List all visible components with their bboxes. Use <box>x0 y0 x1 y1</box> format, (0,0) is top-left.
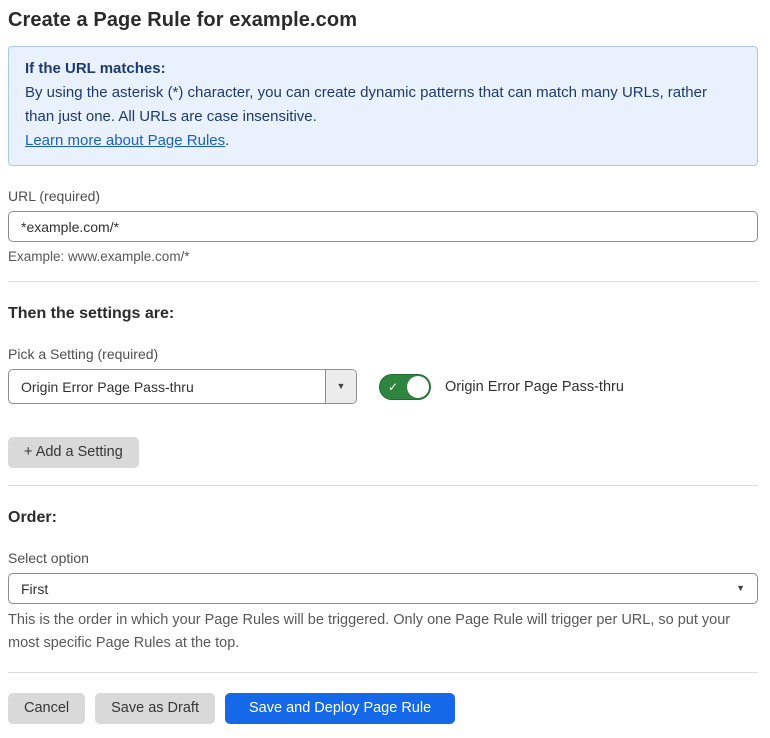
page-title: Create a Page Rule for example.com <box>8 9 358 31</box>
select-option-label: Select option <box>8 550 89 566</box>
order-heading: Order: <box>8 509 57 526</box>
setting-row: Origin Error Page Pass-thru ▼ ✓ Origin E… <box>8 369 758 404</box>
setting-toggle-label: Origin Error Page Pass-thru <box>445 378 624 395</box>
learn-more-link[interactable]: Learn more about Page Rules <box>25 132 225 149</box>
section-divider <box>8 281 758 282</box>
info-box-link-row: Learn more about Page Rules. <box>25 129 741 153</box>
add-setting-button[interactable]: + Add a Setting <box>8 437 139 468</box>
order-select-value: First <box>21 580 49 597</box>
link-period: . <box>225 132 230 149</box>
setting-dropdown[interactable]: Origin Error Page Pass-thru ▼ <box>8 369 357 404</box>
info-box-body: By using the asterisk (*) character, you… <box>25 84 707 125</box>
save-deploy-button[interactable]: Save and Deploy Page Rule <box>224 693 456 724</box>
info-box-heading: If the URL matches: <box>25 60 166 77</box>
url-match-info-box: If the URL matches: By using the asteris… <box>8 46 758 166</box>
pick-setting-label: Pick a Setting (required) <box>8 346 159 362</box>
section-divider <box>8 672 758 673</box>
order-helper: This is the order in which your Page Rul… <box>8 612 731 651</box>
footer-actions: Cancel Save as Draft Save and Deploy Pag… <box>8 693 758 724</box>
section-divider <box>8 485 758 486</box>
setting-dropdown-value: Origin Error Page Pass-thru <box>21 378 194 395</box>
chevron-down-icon: ▼ <box>736 583 745 593</box>
check-icon: ✓ <box>388 379 399 394</box>
page-rule-form: Create a Page Rule for example.com If th… <box>0 0 770 738</box>
url-example-helper: Example: www.example.com/* <box>8 249 190 264</box>
url-input[interactable] <box>8 211 758 242</box>
settings-heading: Then the settings are: <box>8 305 175 322</box>
save-draft-button[interactable]: Save as Draft <box>95 693 215 724</box>
url-label: URL (required) <box>8 188 101 204</box>
chevron-down-icon: ▼ <box>336 381 346 391</box>
setting-toggle[interactable]: ✓ <box>379 373 431 400</box>
cancel-button[interactable]: Cancel <box>8 693 86 724</box>
order-select[interactable]: First ▼ <box>8 573 758 604</box>
setting-dropdown-button[interactable]: ▼ <box>325 370 356 403</box>
toggle-knob <box>407 375 429 398</box>
